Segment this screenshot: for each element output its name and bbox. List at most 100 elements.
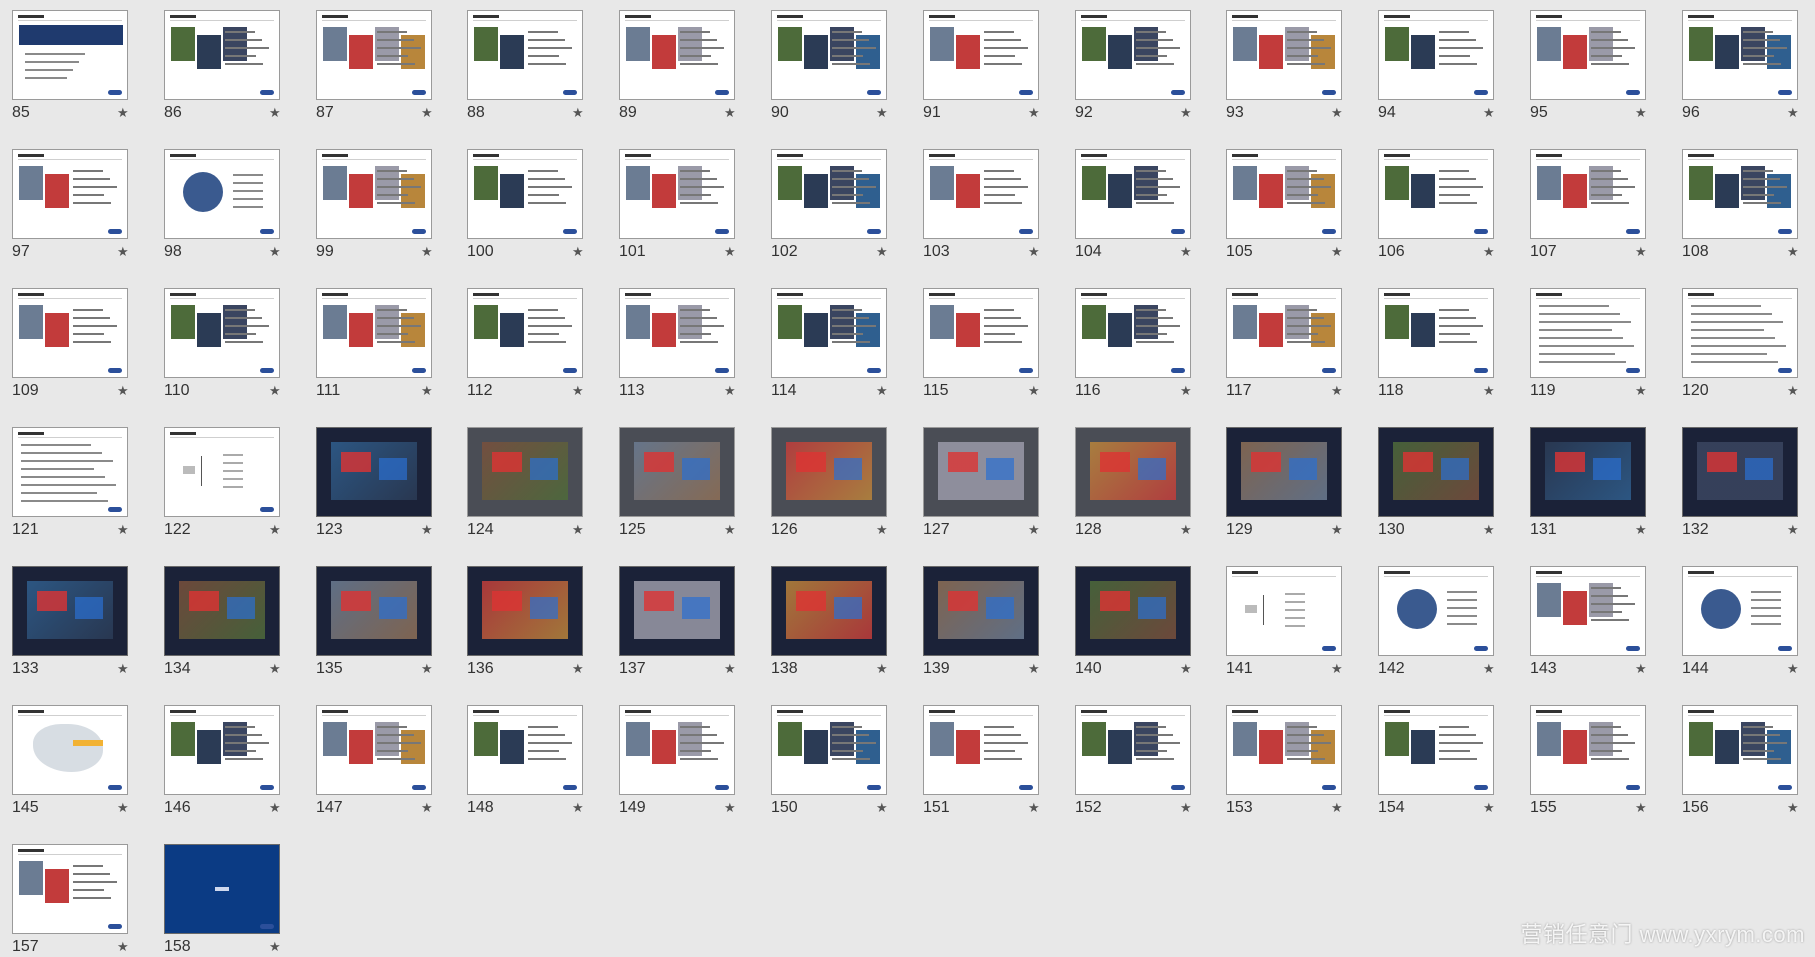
- slide-thumbnail[interactable]: [619, 149, 735, 239]
- slide-thumbnail[interactable]: [12, 10, 128, 100]
- slide-thumbnail[interactable]: [164, 10, 280, 100]
- star-icon: ★: [117, 383, 129, 398]
- slide-thumbnail[interactable]: [1378, 288, 1494, 378]
- slide-number: 94: [1378, 104, 1396, 121]
- star-icon: ★: [1331, 244, 1343, 259]
- slide-thumbnail[interactable]: [1226, 10, 1342, 100]
- slide-thumbnail[interactable]: [1226, 427, 1342, 517]
- slide-thumbnail[interactable]: [1682, 427, 1798, 517]
- slide-thumbnail[interactable]: [467, 705, 583, 795]
- slide-thumbnail[interactable]: [1682, 288, 1798, 378]
- slide-thumbnail[interactable]: [164, 427, 280, 517]
- slide-thumbnail[interactable]: [467, 427, 583, 517]
- slide-thumbnail[interactable]: [1530, 288, 1646, 378]
- slide-thumbnail[interactable]: [467, 288, 583, 378]
- slide-number: 144: [1682, 660, 1709, 677]
- slide-number: 93: [1226, 104, 1244, 121]
- slide-thumbnail[interactable]: [12, 844, 128, 934]
- slide-thumbnail[interactable]: [1682, 566, 1798, 656]
- slide-thumbnail[interactable]: [771, 427, 887, 517]
- slide-thumbnail[interactable]: [923, 427, 1039, 517]
- slide-thumbnail[interactable]: [316, 10, 432, 100]
- slide-thumbnail[interactable]: [1530, 566, 1646, 656]
- star-icon: ★: [724, 800, 736, 815]
- slide-thumbnail[interactable]: [1530, 149, 1646, 239]
- slide-number: 97: [12, 243, 30, 260]
- slide-thumbnail[interactable]: [164, 149, 280, 239]
- slide-thumbnail[interactable]: [316, 705, 432, 795]
- slide-thumbnail[interactable]: [923, 566, 1039, 656]
- slide-thumbnail[interactable]: [316, 288, 432, 378]
- slide-thumbnail[interactable]: [12, 427, 128, 517]
- slide-number: 99: [316, 243, 334, 260]
- slide-thumbnail[interactable]: [619, 427, 735, 517]
- slide-thumbnail[interactable]: [12, 705, 128, 795]
- slide-thumbnail[interactable]: [316, 427, 432, 517]
- slide-thumbnail[interactable]: [1075, 288, 1191, 378]
- slide-thumbnail[interactable]: [619, 288, 735, 378]
- slide-thumbnail[interactable]: [1226, 288, 1342, 378]
- slide-number: 100: [467, 243, 494, 260]
- star-icon: ★: [1331, 522, 1343, 537]
- slide-number: 139: [923, 660, 950, 677]
- slide-number: 118: [1378, 382, 1404, 399]
- slide-thumbnail[interactable]: [316, 566, 432, 656]
- slide-number: 110: [164, 382, 190, 399]
- slide-thumbnail[interactable]: [467, 149, 583, 239]
- slide-number: 156: [1682, 799, 1709, 816]
- slide-thumbnail[interactable]: [771, 288, 887, 378]
- slide-thumbnail[interactable]: [619, 705, 735, 795]
- slide-thumbnail[interactable]: [164, 705, 280, 795]
- slide-thumbnail[interactable]: [619, 10, 735, 100]
- slide-thumbnail[interactable]: [923, 288, 1039, 378]
- slide-thumbnail[interactable]: [1682, 10, 1798, 100]
- slide-thumbnail[interactable]: [923, 705, 1039, 795]
- slide-thumbnail[interactable]: [923, 149, 1039, 239]
- slide-thumbnail[interactable]: [164, 844, 280, 934]
- slide-thumbnail[interactable]: [1378, 705, 1494, 795]
- slide-thumbnail[interactable]: [1075, 427, 1191, 517]
- slide-thumbnail[interactable]: [1682, 149, 1798, 239]
- slide-thumbnail[interactable]: [1682, 705, 1798, 795]
- slide-number: 95: [1530, 104, 1548, 121]
- star-icon: ★: [269, 661, 281, 676]
- slide-number: 128: [1075, 521, 1102, 538]
- slide-thumbnail[interactable]: [164, 566, 280, 656]
- slide-number: 85: [12, 104, 30, 121]
- slide-number: 138: [771, 660, 798, 677]
- slide-thumbnail[interactable]: [1075, 566, 1191, 656]
- star-icon: ★: [269, 800, 281, 815]
- slide-thumbnail[interactable]: [1378, 10, 1494, 100]
- slide-number: 114: [771, 382, 797, 399]
- slide-thumbnail[interactable]: [12, 288, 128, 378]
- slide-thumbnail[interactable]: [164, 288, 280, 378]
- slide-thumbnail[interactable]: [1378, 427, 1494, 517]
- slide-thumbnail[interactable]: [467, 566, 583, 656]
- slide-thumbnail[interactable]: [1226, 566, 1342, 656]
- slide-thumbnail[interactable]: [771, 10, 887, 100]
- star-icon: ★: [724, 105, 736, 120]
- slide-number: 102: [771, 243, 798, 260]
- slide-thumbnail[interactable]: [1226, 705, 1342, 795]
- slide-thumbnail[interactable]: [1378, 566, 1494, 656]
- slide-thumbnail[interactable]: [316, 149, 432, 239]
- slide-thumbnail[interactable]: [771, 149, 887, 239]
- slide-thumbnail[interactable]: [1075, 149, 1191, 239]
- slide-thumbnail[interactable]: [619, 566, 735, 656]
- slide-thumbnail[interactable]: [1530, 705, 1646, 795]
- slide-thumbnail[interactable]: [12, 566, 128, 656]
- star-icon: ★: [1028, 244, 1040, 259]
- slide-thumbnail[interactable]: [1075, 705, 1191, 795]
- slide-thumbnail[interactable]: [771, 566, 887, 656]
- slide-thumbnail[interactable]: [923, 10, 1039, 100]
- slide-thumbnail[interactable]: [1530, 10, 1646, 100]
- star-icon: ★: [117, 522, 129, 537]
- slide-thumbnail[interactable]: [12, 149, 128, 239]
- slide-thumbnail[interactable]: [1226, 149, 1342, 239]
- slide-thumbnail[interactable]: [1530, 427, 1646, 517]
- slide-number: 109: [12, 382, 39, 399]
- slide-thumbnail[interactable]: [467, 10, 583, 100]
- slide-thumbnail[interactable]: [1075, 10, 1191, 100]
- slide-thumbnail[interactable]: [771, 705, 887, 795]
- slide-thumbnail[interactable]: [1378, 149, 1494, 239]
